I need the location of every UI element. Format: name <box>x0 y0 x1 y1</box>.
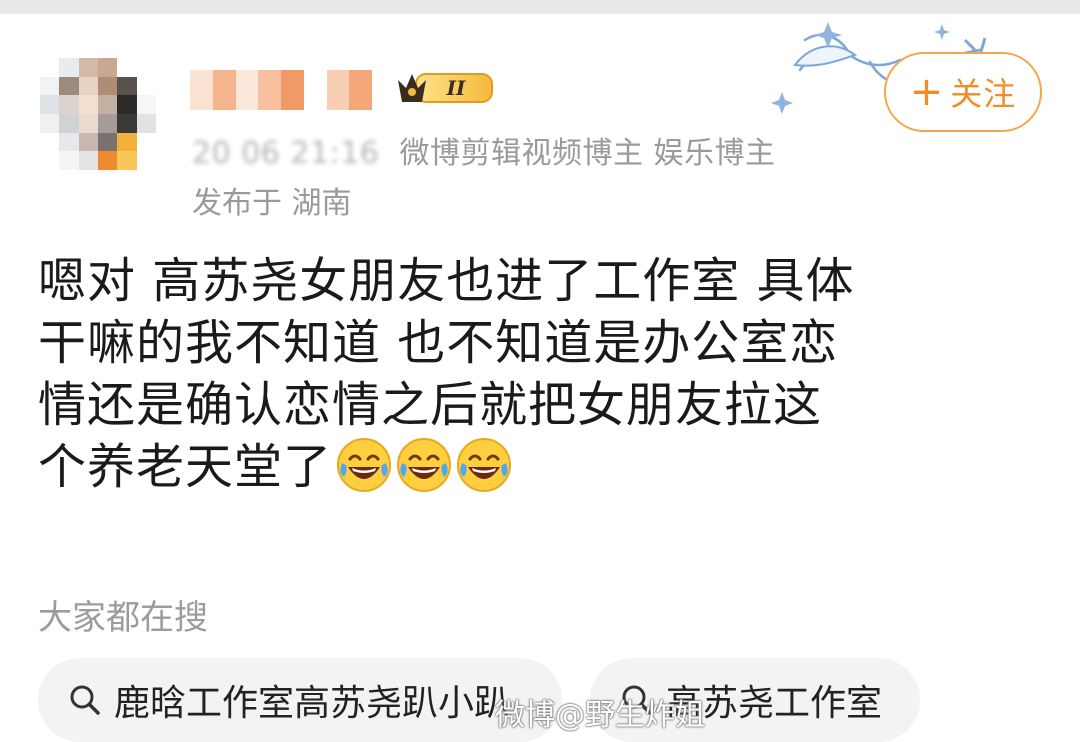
post-content: 嗯对 高苏尧女朋友也进了工作室 具体 干嘛的我不知道 也不知道是办公室恋 情还是… <box>38 250 1048 498</box>
post-line-last: 个养老天堂了 <box>38 436 1048 498</box>
search-chip[interactable]: 鹿晗工作室高苏尧趴小趴 <box>38 658 562 742</box>
search-icon <box>70 685 100 715</box>
laughing-crying-emoji-icon <box>337 438 392 492</box>
laughing-crying-emoji-icon <box>397 438 452 492</box>
post-line: 嗯对 高苏尧女朋友也进了工作室 具体 <box>38 253 855 309</box>
post-meta: 20 06 21:16 微博剪辑视频博主 娱乐博主 <box>192 128 776 172</box>
author-tags: 微博剪辑视频博主 娱乐博主 <box>399 136 776 171</box>
post-location: 发布于 湖南 <box>192 186 352 221</box>
watermark: 微博@野生炸姐 <box>495 698 705 733</box>
post-line: 干嘛的我不知道 也不知道是办公室恋 <box>38 315 839 371</box>
plus-icon: + <box>909 69 945 115</box>
post-line: 情还是确认恋情之后就把女朋友拉这 <box>38 377 823 433</box>
post-timestamp: 20 06 21:16 <box>192 136 380 171</box>
vip-badge-icon: II <box>398 73 493 103</box>
post-line: 个养老天堂了 <box>38 439 333 495</box>
laughing-crying-emoji-icon <box>457 438 512 492</box>
follow-label: 关注 <box>950 75 1017 113</box>
username-blurred[interactable] <box>190 70 372 110</box>
follow-button[interactable]: + 关注 <box>884 52 1042 132</box>
avatar[interactable] <box>40 58 156 170</box>
vip-level: II <box>446 76 466 100</box>
trending-search-title: 大家都在搜 <box>38 598 208 638</box>
search-chip-label: 鹿晗工作室高苏尧趴小趴 <box>114 683 511 724</box>
